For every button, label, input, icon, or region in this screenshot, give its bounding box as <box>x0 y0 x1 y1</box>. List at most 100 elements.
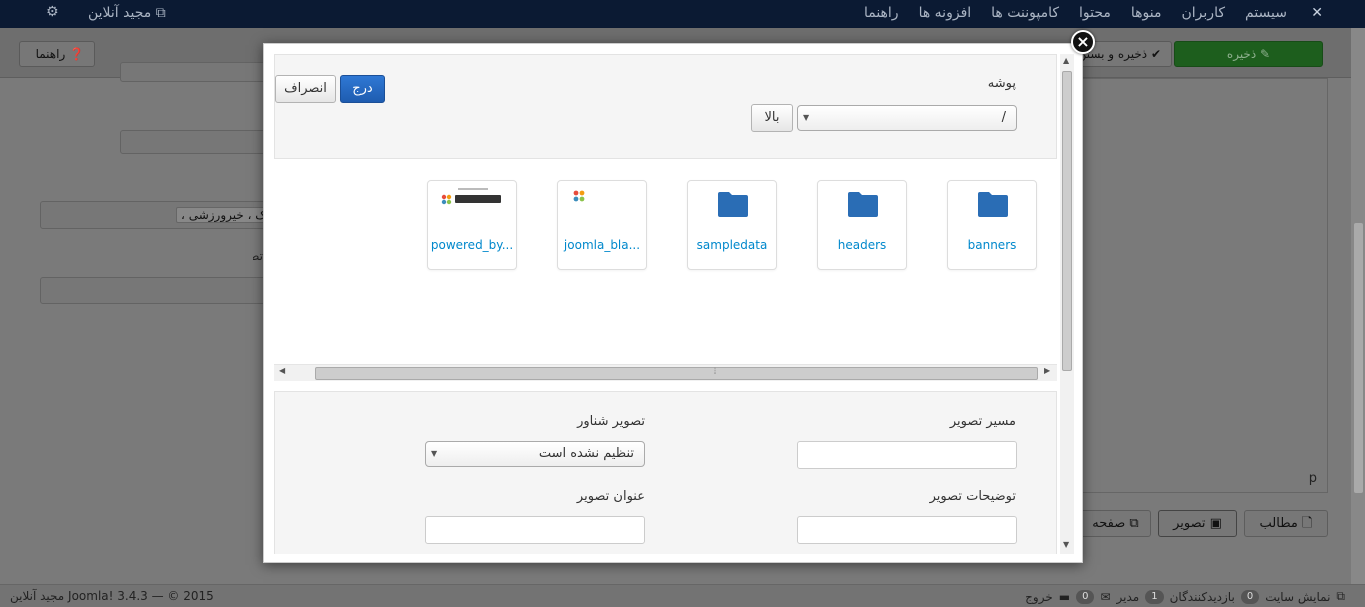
articles-label: مطالب <box>1259 516 1298 531</box>
status-right: ⧉ نمایش سایت 0 بازدیدکنندگان 1 مدیر ✉ 0 … <box>1025 589 1345 604</box>
bg-input-1[interactable] <box>120 62 270 82</box>
envelope-icon: ✉ <box>1100 589 1111 604</box>
scroll-down-icon[interactable]: ▼ <box>1063 540 1069 549</box>
help-label: راهنما <box>35 47 66 61</box>
menu-system[interactable]: سیستم <box>1245 5 1287 21</box>
folder-icon <box>718 192 748 217</box>
logout-link[interactable]: خروج <box>1025 590 1053 604</box>
help-icon: ❓ <box>65 47 84 61</box>
tag-chip: جراحی زیبایی ، جراحی پلاستیک ، خیرورزشی … <box>176 207 269 223</box>
file-icon: 🗋 <box>1297 516 1313 531</box>
chevron-down-icon: ▼ <box>431 449 438 458</box>
image-button[interactable]: ▣ تصویر <box>1158 510 1237 537</box>
tile-name: headers <box>837 238 887 252</box>
gear-icon[interactable]: ⚙ <box>46 4 59 20</box>
folder-icon <box>848 192 878 217</box>
tile-name: joomla_bla... <box>563 238 641 252</box>
grip-icon: ⦙ <box>714 367 717 377</box>
folder-select-value: / <box>1001 110 1006 125</box>
scroll-left-icon[interactable]: ◀ <box>279 366 285 375</box>
main-menu: سیستم کاربران منوها محتوا کامپوننت ها اف… <box>864 5 1287 21</box>
tile-name: powered_by... <box>430 238 514 252</box>
cancel-button[interactable]: انصراف <box>275 75 336 103</box>
menu-components[interactable]: کامپوننت ها <box>991 5 1059 21</box>
media-tiles: banners headers sampledata joomla_bla... <box>274 159 1057 364</box>
bg-partial-label: تصویر صفحه <box>253 249 263 263</box>
messages-badge: 0 <box>1076 589 1095 604</box>
visitors-badge: 0 <box>1240 589 1260 604</box>
joomla-logo-icon[interactable]: ✕ <box>1305 5 1323 23</box>
menu-help[interactable]: راهنما <box>864 5 899 21</box>
copyright-text: Joomla! 3.4.3 — © 2015 مجید آنلاین <box>10 589 214 603</box>
bg-input-2[interactable] <box>40 277 270 304</box>
folder-label: پوشه <box>987 76 1016 91</box>
page-scroll-thumb[interactable] <box>1354 223 1363 493</box>
float-select-value: تنظیم نشده است <box>538 446 634 461</box>
image-url-input[interactable] <box>797 441 1017 469</box>
admin-topbar: ✕ سیستم کاربران منوها محتوا کامپوننت ها … <box>0 0 1365 28</box>
description-label: توضیحات تصویر <box>929 489 1016 504</box>
horizontal-scroll-thumb[interactable]: ⦙ <box>315 367 1038 380</box>
edit-icon: ✎ <box>1256 47 1271 61</box>
page-scrollbar[interactable] <box>1351 28 1365 584</box>
view-site-link[interactable]: نمایش سایت <box>1265 590 1330 604</box>
tile-name: sampledata <box>696 238 768 252</box>
title-input[interactable] <box>425 516 645 544</box>
up-button[interactable]: بالا <box>751 104 793 132</box>
image-url-label: مسیر تصویر <box>949 414 1016 429</box>
vertical-scroll-thumb[interactable] <box>1062 71 1072 371</box>
copy-icon: ⧉ <box>1125 516 1139 531</box>
status-bar: Joomla! 3.4.3 — © 2015 مجید آنلاین ⧉ نما… <box>0 584 1365 607</box>
description-input[interactable] <box>797 516 1017 544</box>
title-label: عنوان تصویر <box>576 489 645 504</box>
float-label: تصویر شناور <box>577 414 645 429</box>
joomla-thumbnail-icon <box>573 190 585 202</box>
admins-badge: 1 <box>1145 589 1164 604</box>
folder-toolbar: پوشه / ▼ بالا درج انصراف <box>274 54 1057 159</box>
menu-extensions[interactable]: افزونه ها <box>919 5 972 21</box>
bg-tags-field[interactable]: جراحی زیبایی ، جراحی پلاستیک ، خیرورزشی … <box>40 201 270 229</box>
visitors-label: بازدیدکنندگان <box>1169 589 1235 604</box>
external-link-icon: ⧉ <box>151 5 166 21</box>
image-icon: ▣ <box>1205 516 1222 531</box>
tile-image-powered-by[interactable]: powered_by... <box>427 180 517 270</box>
minus-icon: ▬ <box>1058 589 1071 604</box>
save-label: ذخیره <box>1226 47 1257 61</box>
modal-vertical-scrollbar[interactable]: ▲ ▼ <box>1060 54 1074 554</box>
external-icon: ⧉ <box>1336 589 1345 603</box>
articles-button[interactable]: 🗋 مطالب <box>1244 510 1328 537</box>
scroll-up-icon[interactable]: ▲ <box>1063 56 1069 65</box>
float-select[interactable]: تنظیم نشده است ▼ <box>425 441 645 467</box>
bg-editor-area[interactable]: p <box>1080 78 1328 493</box>
user-menu[interactable]: ⧉ مجید آنلاین <box>88 5 166 21</box>
insert-button[interactable]: درج <box>340 75 385 103</box>
menu-menus[interactable]: منوها <box>1131 5 1162 21</box>
tile-folder-banners[interactable]: banners <box>947 180 1037 270</box>
menu-content[interactable]: محتوا <box>1079 5 1111 21</box>
powered-by-joomla-thumbnail-icon <box>441 188 501 205</box>
image-manager-modal: پوشه / ▼ بالا درج انصراف banners headers… <box>263 43 1083 563</box>
tile-folder-headers[interactable]: headers <box>817 180 907 270</box>
pagebreak-button[interactable]: ⧉ صفحه <box>1080 510 1151 537</box>
folder-icon <box>978 192 1008 217</box>
admins-label: مدیر <box>1116 589 1140 604</box>
tile-image-joomla-black[interactable]: joomla_bla... <box>557 180 647 270</box>
user-name: مجید آنلاین <box>88 5 152 21</box>
modal-frame: پوشه / ▼ بالا درج انصراف banners headers… <box>274 54 1060 554</box>
bg-select-1[interactable] <box>120 130 270 154</box>
modal-close-icon[interactable]: × <box>1071 30 1095 54</box>
save-button[interactable]: ✎ ذخیره <box>1174 41 1323 67</box>
image-properties-form: مسیر تصویر تصویر شناور تنظیم نشده است ▼ … <box>274 391 1057 554</box>
folder-select[interactable]: / ▼ <box>797 105 1017 131</box>
editor-path: p <box>1308 471 1317 486</box>
tile-folder-sampledata[interactable]: sampledata <box>687 180 777 270</box>
tile-name: banners <box>967 238 1017 252</box>
help-button[interactable]: ❓ راهنما <box>19 41 95 67</box>
scroll-right-icon[interactable]: ▶ <box>1044 366 1050 375</box>
chevron-down-icon: ▼ <box>803 113 810 122</box>
pagebreak-label: صفحه <box>1092 516 1126 531</box>
image-label: تصویر <box>1173 516 1206 531</box>
check-icon: ✔ <box>1147 47 1161 61</box>
horizontal-scrollbar[interactable]: ◀ ⦙ ▶ <box>274 364 1057 381</box>
menu-users[interactable]: کاربران <box>1182 5 1225 21</box>
